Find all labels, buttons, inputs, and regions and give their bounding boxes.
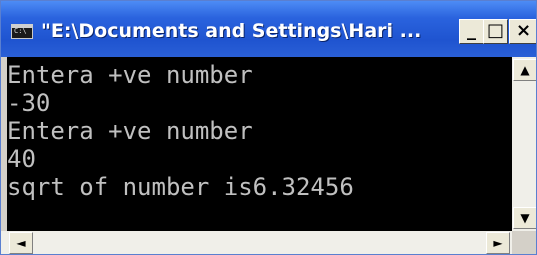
scrollbar-corner [512,231,536,254]
scroll-down-button[interactable]: ▼ [513,207,536,229]
console-app-icon-label: C:\ [14,27,27,35]
scroll-left-button[interactable]: ◄ [9,232,33,254]
close-button[interactable]: × [509,19,536,44]
scroll-up-button[interactable]: ▲ [513,59,536,81]
window-title: "E:\Documents and Settings\Hari ... [41,20,422,42]
console-window: C:\ "E:\Documents and Settings\Hari ... … [0,0,537,255]
console-line: sqrt of number is6.32456 [7,173,354,201]
maximize-button[interactable]: □ [483,19,508,44]
minimize-button[interactable]: _ [459,19,484,44]
scroll-right-button[interactable]: ► [486,232,510,254]
horizontal-scrollbar[interactable]: ◄ ► [1,231,512,254]
console-line: 40 [7,145,36,173]
console-line: Entera +ve number [7,117,253,145]
vertical-scrollbar[interactable]: ▲ ▼ [512,57,536,231]
console-app-icon[interactable]: C:\ [11,24,33,39]
title-bar[interactable]: C:\ "E:\Documents and Settings\Hari ... … [1,1,536,57]
console-line: Entera +ve number [7,61,253,89]
console-output[interactable]: Entera +ve number -30 Entera +ve number … [7,57,512,231]
console-line: -30 [7,89,51,117]
